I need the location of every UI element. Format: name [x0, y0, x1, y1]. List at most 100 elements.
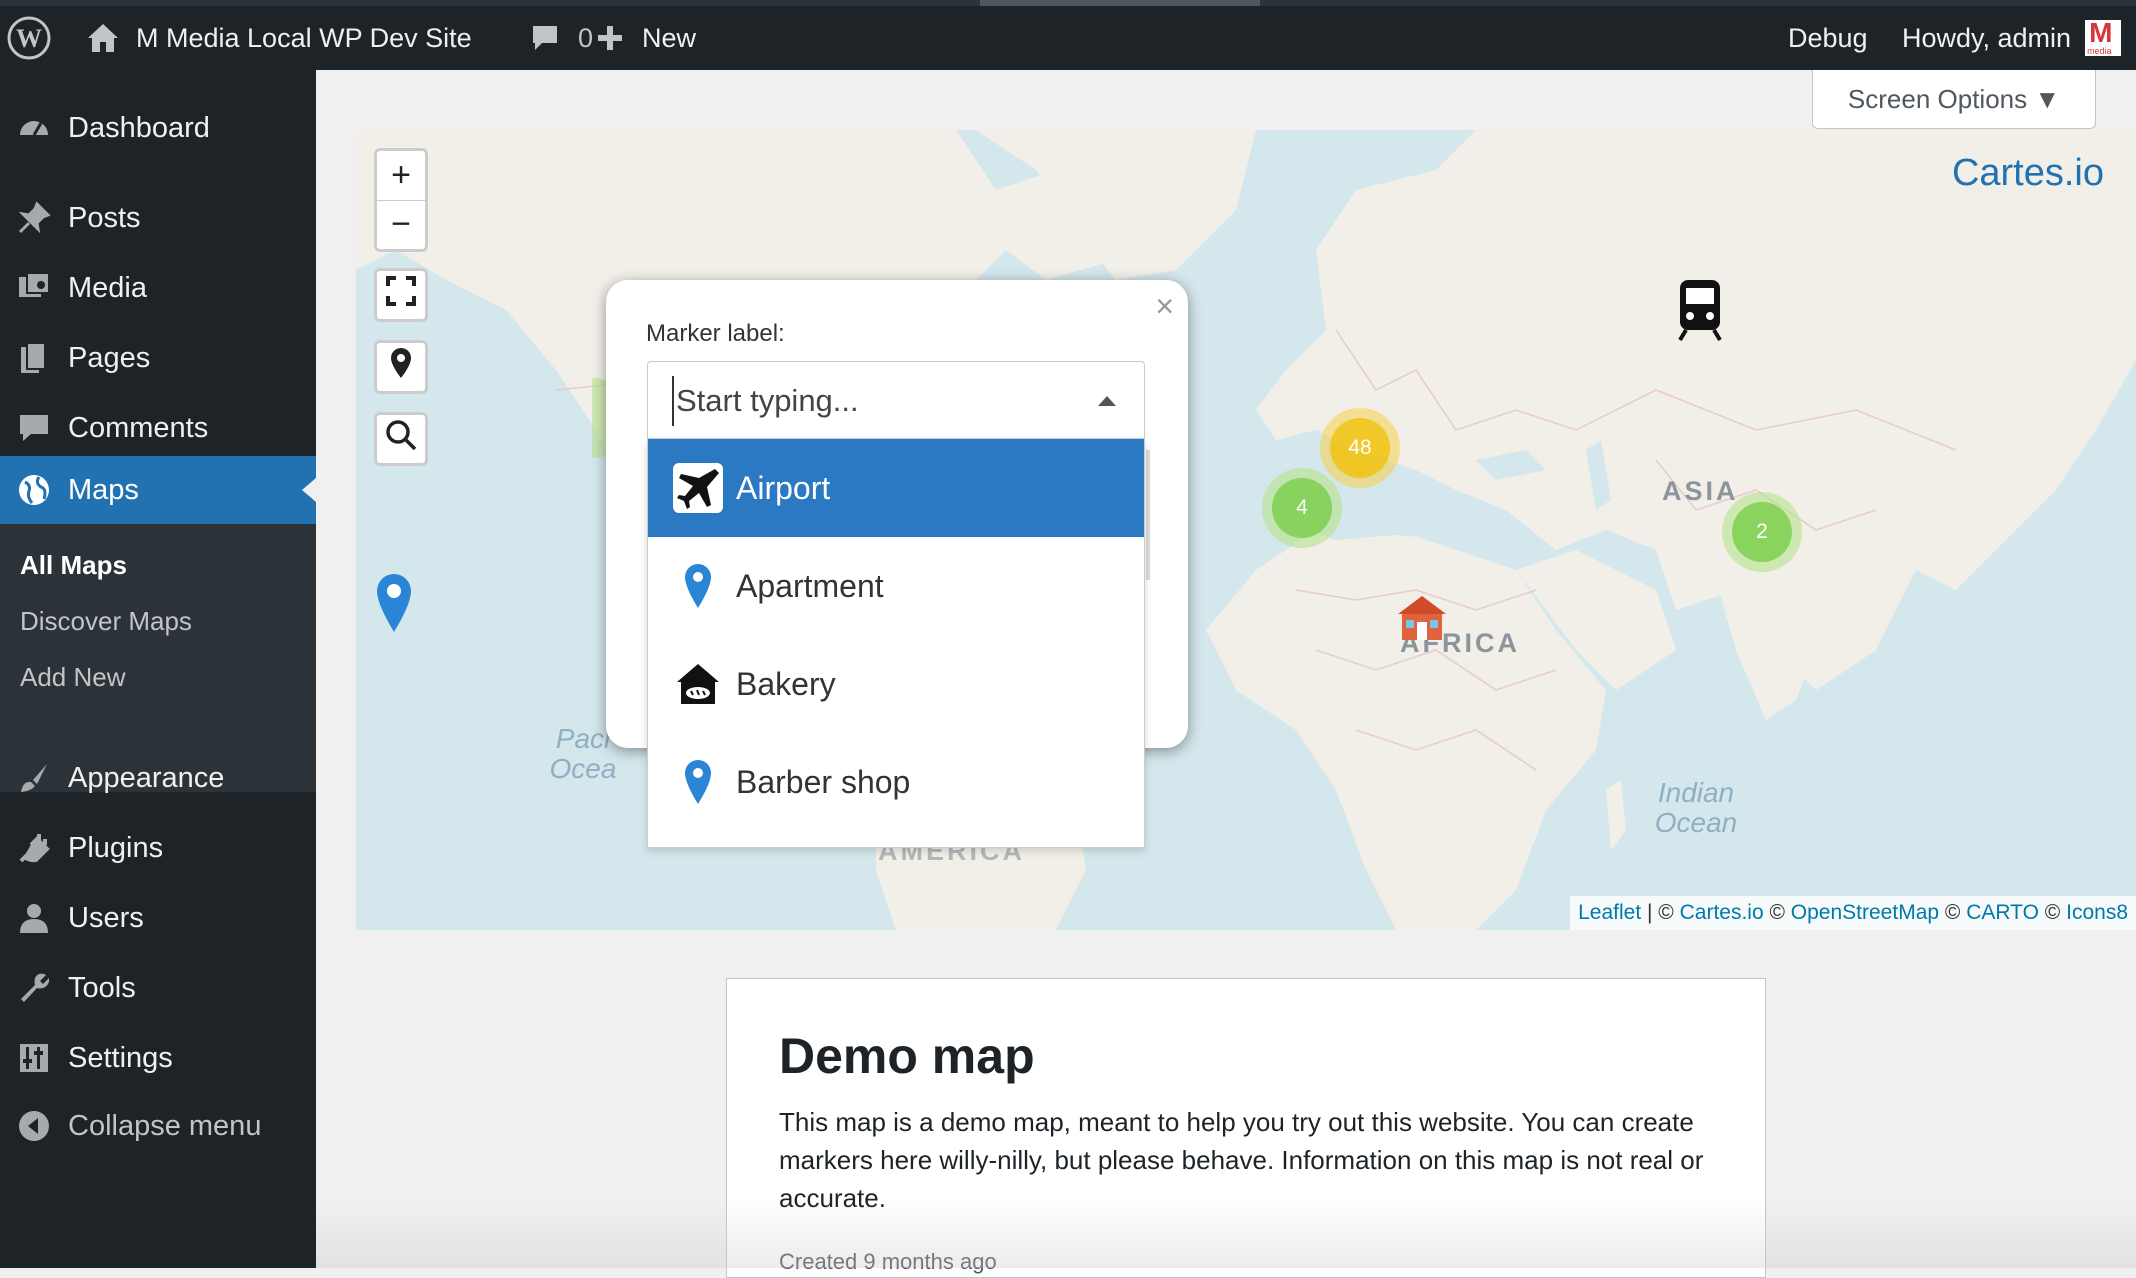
sidebar-item-appearance[interactable]: Appearance: [0, 744, 316, 812]
fullscreen-icon: [386, 275, 416, 315]
map-pin-marker-icon[interactable]: [374, 572, 414, 639]
zoom-in-button[interactable]: +: [377, 151, 425, 201]
globe-icon: [14, 470, 54, 510]
pin-icon: [14, 198, 54, 238]
option-label: Airport: [736, 469, 831, 506]
sidebar-item-settings[interactable]: Settings: [0, 1024, 316, 1092]
map-search-button[interactable]: [374, 412, 428, 466]
option-label: Barber shop: [736, 763, 911, 800]
bakery-icon: [672, 658, 724, 710]
option-apartment[interactable]: Apartment: [648, 537, 1144, 635]
sidebar-item-dashboard[interactable]: Dashboard: [0, 94, 316, 162]
my-account-link[interactable]: Howdy, admin M media: [1902, 6, 2122, 70]
option-bakery[interactable]: Bakery: [648, 635, 1144, 733]
screen-options-button[interactable]: Screen Options ▼: [1812, 70, 2096, 129]
howdy-greeting: Howdy, admin: [1902, 22, 2072, 53]
cluster-count: 4: [1272, 478, 1332, 538]
marker-label-heading: Marker label:: [646, 320, 785, 347]
map-title: Demo map: [779, 1028, 1035, 1084]
cluster-count: 2: [1732, 502, 1792, 562]
marker-label-input[interactable]: [672, 376, 1078, 426]
house-marker-icon[interactable]: [1396, 594, 1448, 647]
avatar-caption: media: [2087, 46, 2112, 56]
plug-icon: [14, 828, 54, 868]
option-barber-shop[interactable]: Barber shop: [648, 733, 1144, 831]
admin-sidebar: Dashboard Posts Media Pages Comments Map…: [0, 70, 316, 1268]
locate-button[interactable]: [374, 340, 428, 394]
sidebar-item-media[interactable]: Media: [0, 254, 316, 322]
admin-bar: W M Media Local WP Dev Site 0 New Debug …: [0, 0, 2136, 70]
media-icon: [14, 268, 54, 308]
comments-link[interactable]: 0: [530, 6, 593, 70]
sidebar-item-label: Media: [68, 271, 147, 304]
fullscreen-button[interactable]: [374, 268, 428, 322]
brush-icon: [14, 758, 54, 798]
sidebar-item-label: Maps: [68, 473, 139, 506]
sidebar-item-comments[interactable]: Comments: [0, 394, 316, 462]
svg-text:W: W: [16, 24, 42, 53]
wordpress-logo-icon[interactable]: W: [6, 6, 52, 70]
collapse-menu-button[interactable]: Collapse menu: [0, 1092, 316, 1160]
sidebar-item-label: Dashboard: [68, 111, 210, 144]
sidebar-item-label: Posts: [68, 201, 141, 234]
zoom-control: + −: [374, 148, 428, 252]
sidebar-item-label: Settings: [68, 1041, 173, 1074]
option-airport[interactable]: Airport: [648, 439, 1144, 537]
site-name: M Media Local WP Dev Site: [136, 22, 472, 53]
sidebar-item-label: Comments: [68, 411, 209, 444]
submenu-discover-maps[interactable]: Discover Maps: [20, 606, 192, 637]
submenu-all-maps[interactable]: All Maps: [20, 550, 127, 581]
sidebar-item-users[interactable]: Users: [0, 884, 316, 952]
comment-icon: [14, 408, 54, 448]
marker-cluster[interactable]: 48: [1320, 408, 1400, 488]
sidebar-item-label: Users: [68, 901, 144, 934]
comment-bubble-icon: [530, 23, 560, 53]
sidebar-item-maps[interactable]: Maps: [0, 456, 316, 524]
cartes-link[interactable]: Cartes.io: [1680, 901, 1764, 925]
comments-count: 0: [578, 22, 594, 53]
cluster-count: 48: [1330, 418, 1390, 478]
icons8-link[interactable]: Icons8: [2066, 901, 2128, 925]
train-marker-icon[interactable]: [1676, 278, 1724, 347]
marker-cluster[interactable]: 4: [1262, 468, 1342, 548]
carto-link[interactable]: CARTO: [1966, 901, 2039, 925]
zoom-out-button[interactable]: −: [377, 201, 425, 250]
marker-label-select[interactable]: [647, 361, 1145, 439]
collapse-menu-label: Collapse menu: [68, 1109, 262, 1142]
map-description: This map is a demo map, meant to help yo…: [779, 1107, 1704, 1213]
home-icon: [86, 22, 120, 54]
sidebar-item-tools[interactable]: Tools: [0, 954, 316, 1022]
marker-cluster[interactable]: 2: [1722, 492, 1802, 572]
attribution-separator: ©: [1763, 901, 1791, 924]
marker-label-dropdown: Airport Apartment Bakery Barber shop: [647, 439, 1145, 848]
dropdown-caret-icon[interactable]: [1098, 396, 1116, 406]
map-info-card: Demo map This map is a demo map, meant t…: [726, 978, 1766, 1278]
attribution-separator: ©: [1939, 901, 1967, 924]
site-name-link[interactable]: M Media Local WP Dev Site: [86, 6, 472, 70]
madagascar-land: [1606, 780, 1626, 850]
new-label: New: [642, 22, 697, 53]
popup-close-button[interactable]: ×: [1155, 288, 1174, 325]
option-label: Bakery: [736, 665, 836, 702]
map-brand-link[interactable]: Cartes.io: [1952, 152, 2104, 195]
airplane-icon: [672, 462, 724, 514]
map-pin-icon: [672, 560, 724, 612]
tab-strip-segment: [980, 0, 1260, 6]
new-content-link[interactable]: New: [596, 6, 696, 70]
wrench-icon: [14, 968, 54, 1008]
avatar: M media: [2085, 17, 2122, 56]
leaflet-link[interactable]: Leaflet: [1578, 901, 1641, 925]
submenu-add-new[interactable]: Add New: [20, 662, 126, 693]
sidebar-item-plugins[interactable]: Plugins: [0, 814, 316, 882]
attribution-separator: | ©: [1641, 901, 1680, 924]
sidebar-item-pages[interactable]: Pages: [0, 324, 316, 392]
map-label-indian-ocean: Indian Ocean: [1654, 777, 1738, 838]
sidebar-item-posts[interactable]: Posts: [0, 184, 316, 252]
dashboard-icon: [14, 108, 54, 148]
sidebar-item-label: Tools: [68, 971, 136, 1004]
openstreetmap-link[interactable]: OpenStreetMap: [1791, 901, 1939, 925]
debug-link[interactable]: Debug: [1788, 6, 1868, 70]
map-attribution: Leaflet | © Cartes.io © OpenStreetMap © …: [1570, 896, 2136, 930]
map-label-asia: ASIA: [1662, 476, 1739, 506]
collapse-arrow-icon: [14, 1106, 54, 1146]
